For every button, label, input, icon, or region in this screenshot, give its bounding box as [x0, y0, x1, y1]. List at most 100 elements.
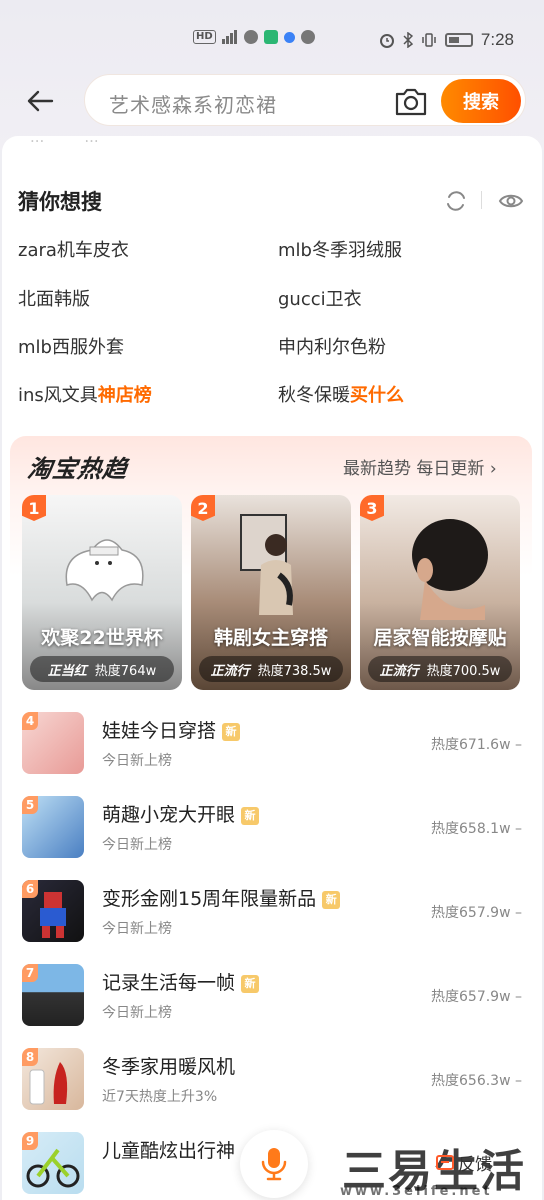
item-thumbnail: 4 — [22, 712, 84, 774]
guess-highlight: 买什么 — [350, 385, 404, 406]
bluetooth-icon — [403, 32, 413, 48]
new-badge: 新 — [241, 807, 260, 825]
item-thumbnail: 9 — [22, 1132, 84, 1194]
person-photo — [240, 514, 293, 615]
item-heat: 热度657.9w – — [431, 989, 522, 1005]
search-bar[interactable]: 艺术感森系初恋裙 搜索 — [84, 74, 526, 126]
rank-number: 5 — [22, 796, 38, 814]
trend-list-item[interactable]: 7 记录生活每一帧新 今日新上榜 热度657.9w – — [22, 964, 522, 1034]
item-thumbnail: 5 — [22, 796, 84, 858]
item-heat: 热度656.3w – — [431, 1073, 522, 1089]
rank-number: 6 — [22, 880, 38, 898]
trends-more-link[interactable]: 最新趋势 每日更新 › — [343, 454, 497, 479]
back-button[interactable] — [24, 85, 56, 117]
item-thumbnail: 7 — [22, 964, 84, 1026]
rank-number: 7 — [22, 964, 38, 982]
trend-list-item[interactable]: 6 变形金刚15周年限量新品新 今日新上榜 热度657.9w – — [22, 880, 522, 950]
guess-item[interactable]: mlb西服外套 — [18, 333, 124, 359]
item-thumbnail: 6 — [22, 880, 84, 942]
app-icon — [263, 30, 278, 44]
voice-search-button[interactable] — [240, 1130, 308, 1198]
head-photo — [412, 519, 488, 620]
guess-highlight: 神店榜 — [97, 385, 152, 406]
trend-list-item[interactable]: 8 冬季家用暖风机 近7天热度上升3% 热度656.3w – — [22, 1048, 522, 1118]
rank-number: 4 — [22, 712, 38, 730]
rank-badge: 3 — [360, 495, 384, 521]
dash-icon: – — [515, 905, 522, 921]
new-badge: 新 — [241, 975, 260, 993]
dash-icon: – — [515, 989, 522, 1005]
arrow-left-icon — [27, 90, 54, 112]
status-left-icons: HD — [193, 30, 315, 44]
trend-card-meta: 正流行 热度738.5w — [199, 656, 343, 682]
trend-list-item[interactable]: 4 娃娃今日穿搭新 今日新上榜 热度671.6w – — [22, 712, 522, 782]
camera-button[interactable] — [393, 84, 429, 118]
hd-icon: HD — [193, 30, 216, 44]
search-button[interactable]: 搜索 — [441, 79, 521, 123]
item-title: 记录生活每一帧新 — [102, 968, 260, 995]
battery-icon — [444, 33, 473, 47]
trend-card[interactable]: 3 居家智能按摩贴 正流行 热度700.5w — [360, 495, 520, 690]
rank-number: 8 — [22, 1048, 38, 1066]
item-title: 儿童酷炫出行神 — [102, 1140, 236, 1162]
history-row: ... ... — [30, 128, 99, 146]
trend-card[interactable]: 1 欢聚22世界杯 正当红 热度764w — [22, 495, 182, 690]
item-subtitle: 今日新上榜 — [102, 1005, 172, 1021]
wechat-icon — [243, 30, 258, 44]
guess-item[interactable]: ins风文具神店榜 — [18, 381, 152, 407]
guess-item[interactable]: gucci卫衣 — [278, 285, 362, 311]
search-input[interactable]: 艺术感森系初恋裙 — [109, 89, 277, 118]
item-subtitle: 今日新上榜 — [102, 921, 172, 937]
status-time: 7:28 — [480, 30, 514, 49]
dash-icon: – — [515, 737, 522, 753]
history-item[interactable]: ... — [30, 128, 44, 146]
watermark-url: www.3elife.net — [340, 1184, 493, 1199]
refresh-icon — [447, 191, 465, 211]
item-heat: 热度671.6w – — [431, 737, 522, 753]
signal-icon — [221, 30, 237, 44]
hot-trends-title: 淘宝热趋 — [25, 455, 130, 483]
divider — [481, 191, 482, 209]
new-badge: 新 — [222, 723, 241, 741]
mascot-illustration — [65, 539, 144, 602]
status-bar: HD 7:28 — [0, 0, 544, 70]
feedback-button[interactable]: 反馈 — [436, 1150, 492, 1175]
feedback-icon — [436, 1154, 454, 1170]
refresh-button[interactable] — [444, 189, 468, 213]
item-thumbnail: 8 — [22, 1048, 84, 1110]
trend-card[interactable]: 2 韩剧女主穿搭 正流行 热度738.5w — [191, 495, 351, 690]
trend-card-meta: 正流行 热度700.5w — [368, 656, 512, 682]
eye-icon — [498, 194, 524, 208]
guess-item[interactable]: zara机车皮衣 — [18, 236, 129, 262]
rank-badge: 2 — [191, 495, 215, 521]
dash-icon: – — [515, 821, 522, 837]
item-title: 萌趣小宠大开眼新 — [102, 800, 260, 827]
guess-title: 猜你想搜 — [18, 190, 102, 214]
guess-item[interactable]: mlb冬季羽绒服 — [278, 236, 402, 262]
item-title: 冬季家用暖风机 — [102, 1056, 236, 1078]
trend-card-title: 韩剧女主穿搭 — [213, 627, 328, 649]
rank-badge: 1 — [22, 495, 46, 521]
message-icon — [300, 30, 315, 44]
item-title: 娃娃今日穿搭新 — [102, 716, 241, 743]
item-subtitle: 今日新上榜 — [102, 837, 172, 853]
camera-icon — [395, 88, 427, 116]
status-right-icons: 7:28 — [379, 30, 514, 50]
history-item[interactable]: ... — [84, 128, 98, 146]
microphone-icon — [261, 1148, 287, 1181]
rank-number: 9 — [22, 1132, 38, 1150]
trend-card-meta: 正当红 热度764w — [30, 656, 174, 682]
alarm-icon — [379, 34, 394, 48]
visibility-toggle[interactable] — [498, 189, 524, 213]
dash-icon: – — [515, 1073, 522, 1089]
trend-list-item[interactable]: 5 萌趣小宠大开眼新 今日新上榜 热度658.1w – — [22, 796, 522, 866]
trend-card-title: 欢聚22世界杯 — [41, 627, 163, 649]
item-title: 变形金刚15周年限量新品新 — [102, 884, 341, 911]
guess-item[interactable]: 北面韩版 — [18, 285, 90, 311]
guess-item[interactable]: 秋冬保暖买什么 — [278, 381, 404, 407]
item-heat: 热度658.1w – — [431, 821, 522, 837]
item-subtitle: 近7天热度上升3% — [102, 1089, 218, 1105]
dot-icon — [283, 31, 295, 43]
guess-item[interactable]: 申内利尔色粉 — [278, 333, 386, 359]
trend-card-title: 居家智能按摩贴 — [373, 627, 507, 649]
